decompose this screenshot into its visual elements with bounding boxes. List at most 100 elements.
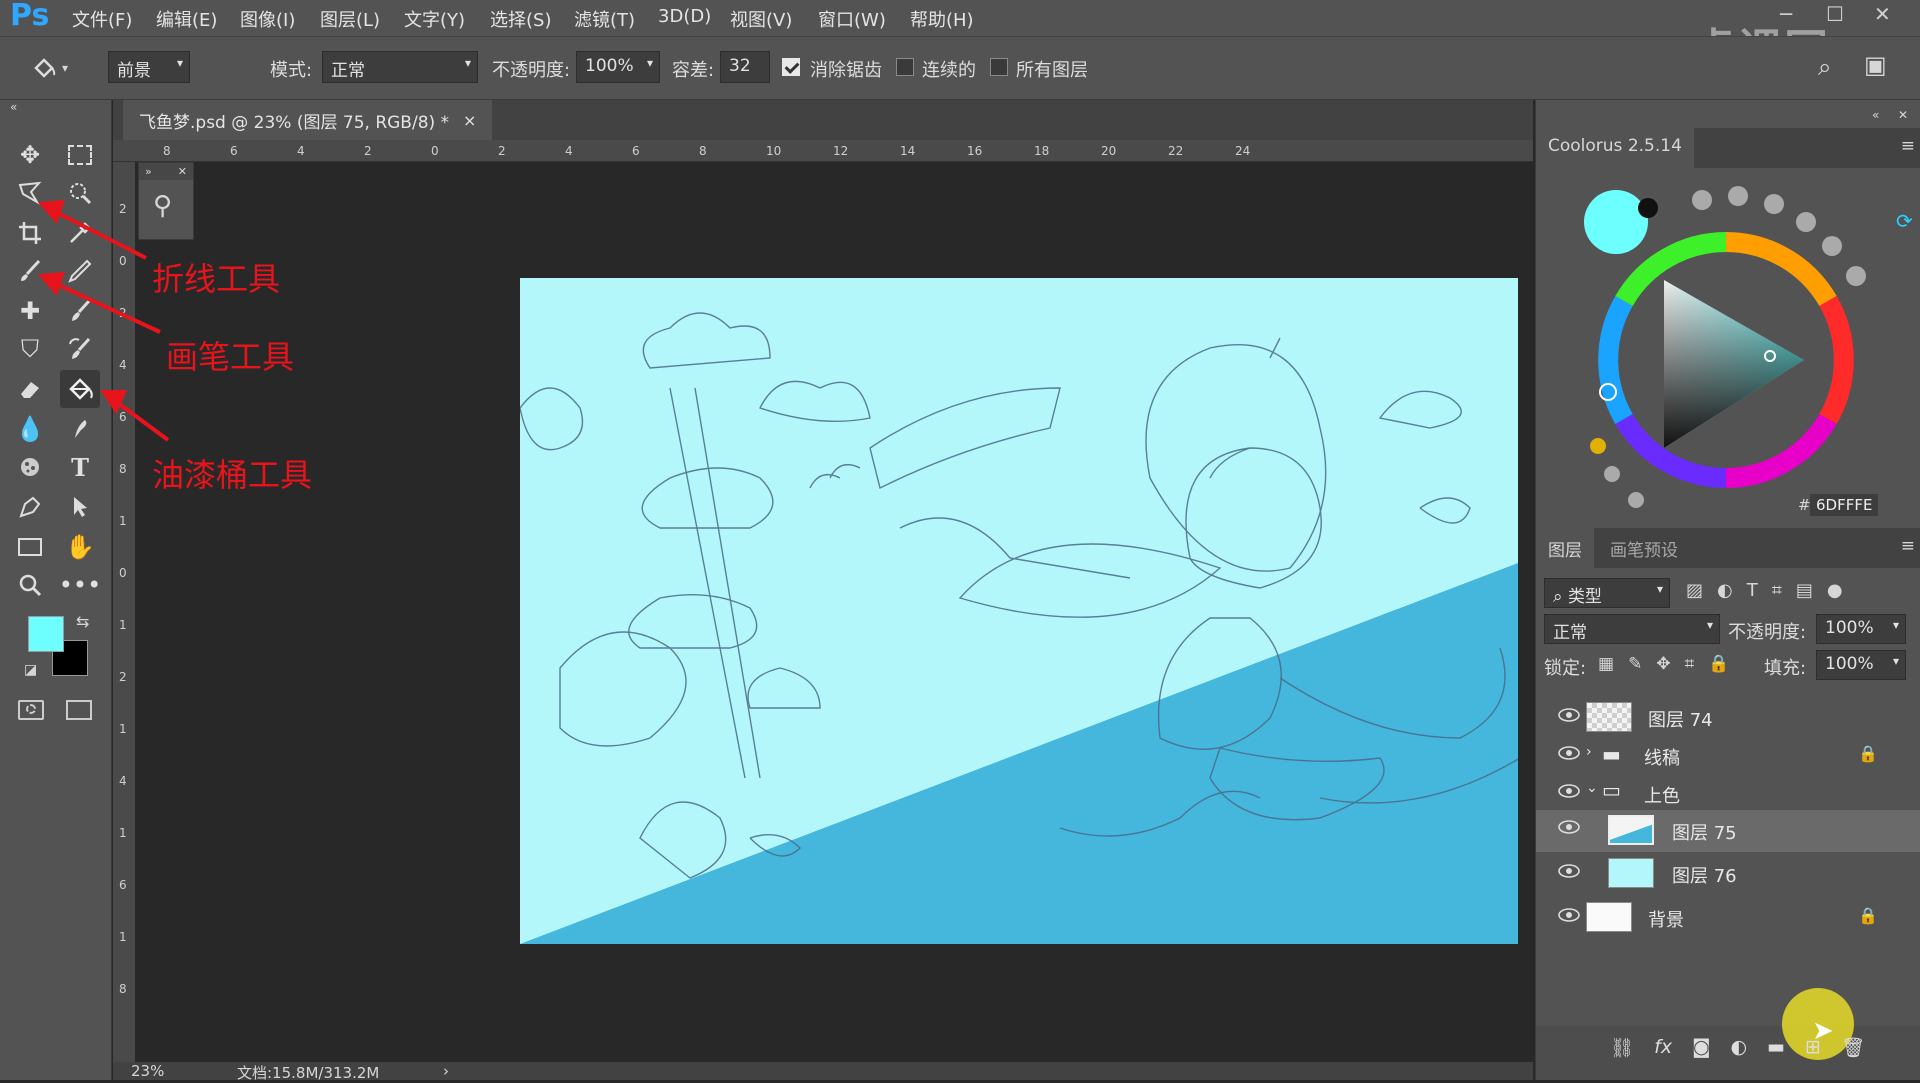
menu-type[interactable]: 文字(Y) [404, 6, 465, 32]
layer-row-74[interactable]: 图层 74 [1536, 698, 1920, 738]
swap-colors-icon[interactable]: ⇆ [76, 612, 89, 631]
contiguous-checkbox[interactable] [896, 58, 914, 76]
layer-row-background[interactable]: 背景 🔒 [1536, 898, 1920, 938]
status-menu-arrow-icon[interactable]: › [443, 1062, 449, 1080]
foreground-color-swatch[interactable] [28, 616, 64, 652]
type-filter-icon[interactable]: T [1747, 580, 1758, 601]
visibility-eye-icon[interactable] [1558, 820, 1580, 834]
all-layers-checkbox[interactable] [990, 58, 1008, 76]
search-icon[interactable]: ⌕ [1818, 53, 1831, 81]
folder-open-icon: ▭ [1602, 778, 1621, 802]
layer-filter-select[interactable]: ⌕ 类型 ▾ [1544, 578, 1670, 608]
tolerance-input[interactable]: 32 [720, 51, 770, 83]
menu-select[interactable]: 选择(S) [490, 6, 551, 32]
ruler-tick: 10 [766, 144, 782, 158]
pixel-filter-icon[interactable]: ▨ [1686, 580, 1703, 601]
quick-mask-icon[interactable] [18, 700, 44, 720]
zoom-icon[interactable] [10, 566, 50, 604]
menu-window[interactable]: 窗口(W) [818, 6, 886, 32]
visibility-eye-icon[interactable] [1558, 908, 1580, 922]
close-dock-icon[interactable]: ✕ [1898, 108, 1908, 122]
lock-pixels-icon[interactable]: ✎ [1628, 654, 1642, 674]
layer-filter-icons: ▨ ◐ T ⌗ ▤ ● [1686, 580, 1843, 601]
lock-position-icon[interactable]: ✥ [1656, 654, 1670, 674]
lock-transparency-icon[interactable]: ▦ [1598, 654, 1614, 674]
annotation-lasso-tool: 折线工具 [152, 260, 281, 298]
tab-layers[interactable]: 图层 [1536, 528, 1594, 568]
chevron-down-icon: ▾ [464, 56, 471, 70]
mouse-cursor-icon: ➤ [1812, 1016, 1834, 1046]
fx-icon[interactable]: fx [1654, 1036, 1672, 1059]
panel-menu-icon[interactable]: ≡ [1901, 136, 1915, 156]
ruler-tick: 12 [833, 144, 849, 158]
layer-name: 图层 76 [1672, 866, 1737, 887]
layer-opacity-label: 不透明度: [1728, 622, 1807, 643]
layer-row-75-selected[interactable]: 图层 75 [1536, 810, 1920, 852]
coolorus-tab[interactable]: Coolorus 2.5.14 [1536, 128, 1694, 168]
coolorus-header: Coolorus 2.5.14 ≡ [1536, 128, 1920, 168]
lock-artboard-icon[interactable]: ⌗ [1685, 654, 1695, 674]
menu-3d[interactable]: 3D(D) [658, 6, 711, 27]
ruler-tick: 0 [119, 566, 127, 580]
lock-icon: 🔒 [1858, 744, 1878, 763]
layer-row-group-color[interactable]: ⌄ ▭ 上色 [1536, 774, 1920, 814]
layer-opacity-input[interactable]: 100% ▾ [1816, 614, 1906, 644]
fill-label: 填充: [1764, 658, 1807, 679]
adjustment-layer-icon[interactable]: ◐ [1731, 1036, 1748, 1059]
close-icon[interactable]: ✕ [1874, 2, 1891, 26]
rectangle-icon[interactable] [10, 528, 50, 566]
menu-filter[interactable]: 滤镜(T) [574, 6, 635, 32]
add-mask-icon[interactable]: ◙ [1692, 1036, 1710, 1059]
ruler-tick: 1 [119, 618, 127, 632]
delete-layer-icon[interactable]: 🗑 [1841, 1036, 1865, 1059]
antialias-label: 消除锯齿 [810, 60, 882, 81]
visibility-eye-icon[interactable] [1558, 864, 1580, 878]
filter-toggle-icon[interactable]: ● [1827, 580, 1843, 601]
fill-input[interactable]: 100% ▾ [1816, 650, 1906, 680]
annotation-bucket-tool: 油漆桶工具 [152, 456, 313, 494]
menu-view[interactable]: 视图(V) [730, 6, 792, 32]
blend-mode-select[interactable]: 正常 ▾ [1544, 614, 1720, 644]
ruler-tick: 1 [119, 514, 127, 528]
new-group-icon[interactable]: ▬ [1767, 1036, 1785, 1059]
adjustment-filter-icon[interactable]: ◐ [1717, 580, 1733, 601]
coolorus-color-wheel[interactable]: ⟳ [1536, 170, 1920, 530]
more-icon[interactable]: ••• [59, 566, 101, 604]
right-panel-dock: « ✕ Coolorus 2.5.14 ≡ ⟳ # 6DFFFE 图层 画笔预设… [1535, 100, 1920, 1080]
lock-label: 锁定: [1544, 658, 1587, 679]
tab-brush-presets[interactable]: 画笔预设 [1610, 536, 1678, 561]
collapse-dock-icon[interactable]: « [1872, 108, 1879, 122]
default-colors-icon[interactable]: ◪ [24, 662, 37, 678]
antialias-checkbox[interactable] [782, 58, 800, 76]
chevron-down-icon: ▾ [1892, 654, 1899, 668]
panel-menu-icon[interactable]: ≡ [1901, 536, 1915, 556]
expand-arrow-icon[interactable]: › [1586, 744, 1592, 760]
link-layers-icon[interactable]: ⛓ [1610, 1036, 1634, 1059]
hand-icon[interactable]: ✋ [60, 528, 100, 566]
hex-value-field[interactable]: 6DFFFE [1810, 494, 1878, 516]
ruler-tick: 6 [119, 878, 127, 892]
opacity-input[interactable]: 100% ▾ [576, 51, 660, 83]
shape-filter-icon[interactable]: ⌗ [1772, 580, 1782, 601]
contiguous-label: 连续的 [922, 60, 976, 81]
ruler-tick: 22 [1168, 144, 1184, 158]
layer-thumbnail [1608, 815, 1654, 845]
smart-object-filter-icon[interactable]: ▤ [1796, 580, 1813, 601]
workspace-icon[interactable]: ▣ [1864, 51, 1887, 79]
layer-row-group-lineart[interactable]: › ▬ 线稿 🔒 [1536, 736, 1920, 776]
visibility-eye-icon[interactable] [1558, 708, 1580, 722]
document-canvas[interactable] [520, 278, 1518, 944]
screen-mode-icon[interactable] [66, 700, 92, 720]
collapse-arrow-icon[interactable]: ⌄ [1586, 780, 1598, 796]
ruler-tick: 8 [699, 144, 707, 158]
ruler-tick: 1 [119, 930, 127, 944]
ruler-tick: 18 [1034, 144, 1050, 158]
menu-help[interactable]: 帮助(H) [910, 6, 974, 32]
visibility-eye-icon[interactable] [1558, 784, 1580, 798]
zoom-level[interactable]: 23% [131, 1062, 164, 1080]
close-tab-icon[interactable]: × [463, 111, 476, 130]
visibility-eye-icon[interactable] [1558, 746, 1580, 760]
lock-all-icon[interactable]: 🔒 [1708, 654, 1729, 674]
opacity-label: 不透明度: [492, 60, 571, 81]
layer-row-76[interactable]: 图层 76 [1536, 854, 1920, 894]
